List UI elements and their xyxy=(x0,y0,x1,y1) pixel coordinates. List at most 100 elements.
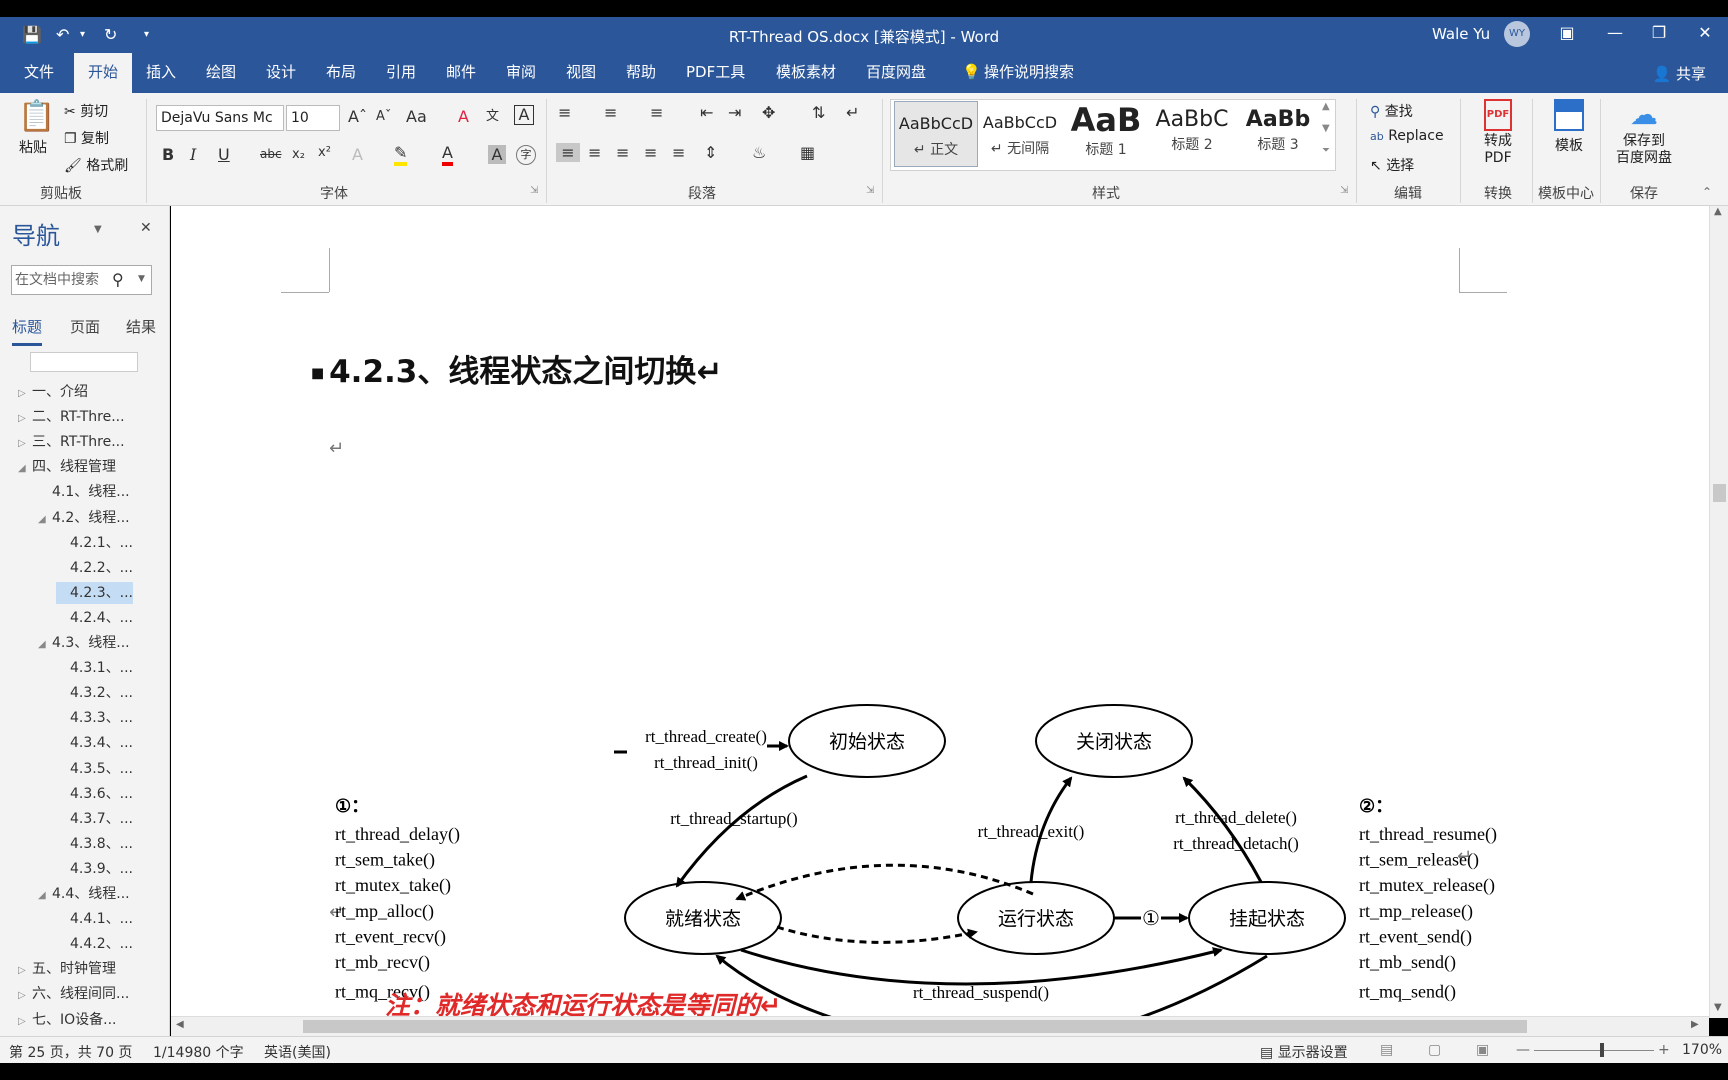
scroll-up-icon[interactable]: ▲ xyxy=(1714,206,1722,217)
tab-pages[interactable]: 页面 xyxy=(70,316,100,337)
tab-headings[interactable]: 标题 xyxy=(12,316,43,346)
close-icon[interactable]: ✕ xyxy=(140,220,152,236)
tab-templates[interactable]: 模板素材 xyxy=(762,53,850,93)
superscript-icon[interactable]: x² xyxy=(318,145,331,160)
tab-insert[interactable]: 插入 xyxy=(132,53,190,93)
user-name[interactable]: Wale Yu xyxy=(1432,25,1490,43)
char-shading-icon[interactable]: A xyxy=(488,145,506,164)
numbering-icon[interactable]: ≡ xyxy=(604,103,617,122)
nav-heading-item[interactable]: 4.3.5、... xyxy=(56,758,133,780)
tab-references[interactable]: 引用 xyxy=(372,53,430,93)
display-settings-button[interactable]: ▤ 显示器设置 xyxy=(1260,1042,1348,1062)
tab-layout[interactable]: 布局 xyxy=(312,53,370,93)
shading-icon[interactable]: ♨ xyxy=(752,143,766,162)
strikethrough-icon[interactable]: abc xyxy=(260,147,282,161)
nav-heading-item[interactable]: 4.2.4、... xyxy=(56,607,133,629)
grow-font-icon[interactable]: Aˆ xyxy=(348,107,367,126)
style-heading-2[interactable]: AaBbC 标题 2 xyxy=(1150,101,1234,167)
collapse-icon[interactable]: ◢ xyxy=(38,514,52,525)
copy-button[interactable]: ❐ 复制 xyxy=(64,128,109,148)
tab-design[interactable]: 设计 xyxy=(252,53,310,93)
line-spacing-icon[interactable]: ⇕ xyxy=(704,143,717,162)
change-case-icon[interactable]: Aa xyxy=(406,107,427,126)
tab-view[interactable]: 视图 xyxy=(552,53,610,93)
phonetic-guide-icon[interactable]: 文 xyxy=(486,105,499,124)
clear-format-icon[interactable]: A xyxy=(458,107,469,126)
tab-mailings[interactable]: 邮件 xyxy=(432,53,490,93)
nav-heading-item[interactable]: 4.3.8、... xyxy=(56,833,133,855)
align-left-icon[interactable]: ≡ xyxy=(556,143,580,162)
page-count[interactable]: 第 25 页，共 70 页 xyxy=(9,1042,132,1062)
select-button[interactable]: ↖ 选择 xyxy=(1370,155,1414,175)
bullets-icon[interactable]: ≡ xyxy=(558,103,571,122)
enclose-char-icon[interactable]: 字 xyxy=(516,145,536,165)
distributed-icon[interactable]: ≡ xyxy=(672,143,685,162)
styles-scroll-up-icon[interactable]: ▲ xyxy=(1322,101,1330,112)
bold-icon[interactable]: B xyxy=(162,145,174,164)
align-center-icon[interactable]: ≡ xyxy=(588,143,601,162)
nav-heading-item[interactable]: 4.4.2、... xyxy=(56,933,133,955)
web-layout-icon[interactable]: ▣ xyxy=(1476,1042,1489,1058)
tab-home[interactable]: 开始 xyxy=(74,53,133,93)
style-heading-1[interactable]: AaB 标题 1 xyxy=(1064,101,1148,167)
collapse-ribbon-icon[interactable]: ⌃ xyxy=(1702,185,1712,199)
section-heading[interactable]: ■ 4.2.3、线程状态之间切换↵ xyxy=(311,346,722,391)
document-canvas[interactable]: ■ 4.2.3、线程状态之间切换↵ ↵ ↵ ↵ 初始状态 关闭状态 就绪状态 运… xyxy=(171,206,1709,1056)
read-mode-icon[interactable]: ▤ xyxy=(1380,1042,1393,1058)
justify-icon[interactable]: ≡ xyxy=(644,143,657,162)
scroll-right-icon[interactable]: ▶ xyxy=(1691,1019,1699,1030)
font-dialog-launcher-icon[interactable]: ⇲ xyxy=(530,185,538,196)
find-button[interactable]: ⚲ 查找 xyxy=(1370,101,1413,121)
styles-more-icon[interactable]: ⏷ xyxy=(1322,145,1330,156)
expand-icon[interactable]: ▷ xyxy=(18,990,32,1001)
increase-indent-icon[interactable]: ⇥ xyxy=(728,103,741,122)
sort-icon[interactable]: ⇅ xyxy=(812,103,825,122)
vertical-scrollbar[interactable]: ▲ ▼ xyxy=(1709,206,1728,1018)
italic-icon[interactable]: I xyxy=(190,145,196,164)
collapse-icon[interactable]: ◢ xyxy=(18,463,32,474)
expand-icon[interactable]: ▷ xyxy=(18,1016,32,1027)
cut-button[interactable]: ✂ 剪切 xyxy=(64,101,108,121)
minimize-icon[interactable]: — xyxy=(1600,23,1630,42)
nav-heading-item[interactable]: 4.3.2、... xyxy=(56,682,133,704)
nav-options-icon[interactable]: ▼ xyxy=(94,224,102,235)
zoom-slider[interactable] xyxy=(1534,1050,1654,1051)
close-icon[interactable]: ✕ xyxy=(1690,23,1720,42)
style-no-spacing[interactable]: AaBbCcD ↵ 无间隔 xyxy=(978,101,1062,167)
collapse-icon[interactable]: ◢ xyxy=(38,890,52,901)
char-border-icon[interactable]: A xyxy=(514,105,534,125)
paragraph-dialog-launcher-icon[interactable]: ⇲ xyxy=(866,185,874,196)
borders-icon[interactable]: ▦ xyxy=(800,143,815,162)
nav-heading-item[interactable]: 4.3.6、... xyxy=(56,783,133,805)
tab-file[interactable]: 文件 xyxy=(10,53,68,93)
nav-heading-item[interactable]: 4.3.4、... xyxy=(56,732,133,754)
styles-scroll-down-icon[interactable]: ▼ xyxy=(1322,123,1330,134)
subscript-icon[interactable]: x₂ xyxy=(292,147,305,162)
ribbon-display-icon[interactable]: ▣ xyxy=(1552,23,1582,42)
scroll-left-icon[interactable]: ◀ xyxy=(176,1019,184,1030)
expand-icon[interactable]: ▷ xyxy=(18,438,32,449)
zoom-level[interactable]: 170% xyxy=(1682,1042,1722,1058)
nav-heading-item[interactable]: ▷ 一、介绍 xyxy=(18,381,88,403)
print-layout-icon[interactable]: ▢ xyxy=(1428,1042,1441,1058)
paste-button[interactable]: 粘贴 xyxy=(19,137,47,157)
template-button[interactable]: 模板 xyxy=(1544,99,1594,155)
nav-heading-item[interactable]: 4.3.9、... xyxy=(56,858,133,880)
nav-heading-item[interactable]: 4.4.1、... xyxy=(56,908,133,930)
nav-heading-item[interactable]: ◢ 4.3、线程... xyxy=(38,632,130,654)
expand-icon[interactable]: ▷ xyxy=(18,965,32,976)
zoom-in-icon[interactable]: + xyxy=(1658,1042,1670,1058)
search-dropdown-icon[interactable]: ▼ xyxy=(138,274,145,284)
horizontal-scrollbar[interactable]: ◀ ▶ xyxy=(171,1016,1709,1036)
show-marks-icon[interactable]: ↵ xyxy=(846,103,859,122)
convert-pdf-button[interactable]: PDF 转成 PDF xyxy=(1470,99,1526,167)
scroll-down-icon[interactable]: ▼ xyxy=(1714,1002,1722,1013)
tell-me-search[interactable]: 操作说明搜索 xyxy=(970,53,1088,93)
tab-pdf-tools[interactable]: PDF工具 xyxy=(672,53,759,93)
replace-button[interactable]: ab Replace xyxy=(1370,128,1444,144)
tab-results[interactable]: 结果 xyxy=(126,316,156,337)
font-name-combo[interactable]: DejaVu Sans Mc xyxy=(156,105,284,131)
nav-heading-item[interactable]: ▷ 二、RT-Thre... xyxy=(18,406,125,428)
share-button[interactable]: 👤 共享 xyxy=(1653,63,1706,84)
search-input[interactable]: 在文档中搜索 xyxy=(11,265,152,295)
